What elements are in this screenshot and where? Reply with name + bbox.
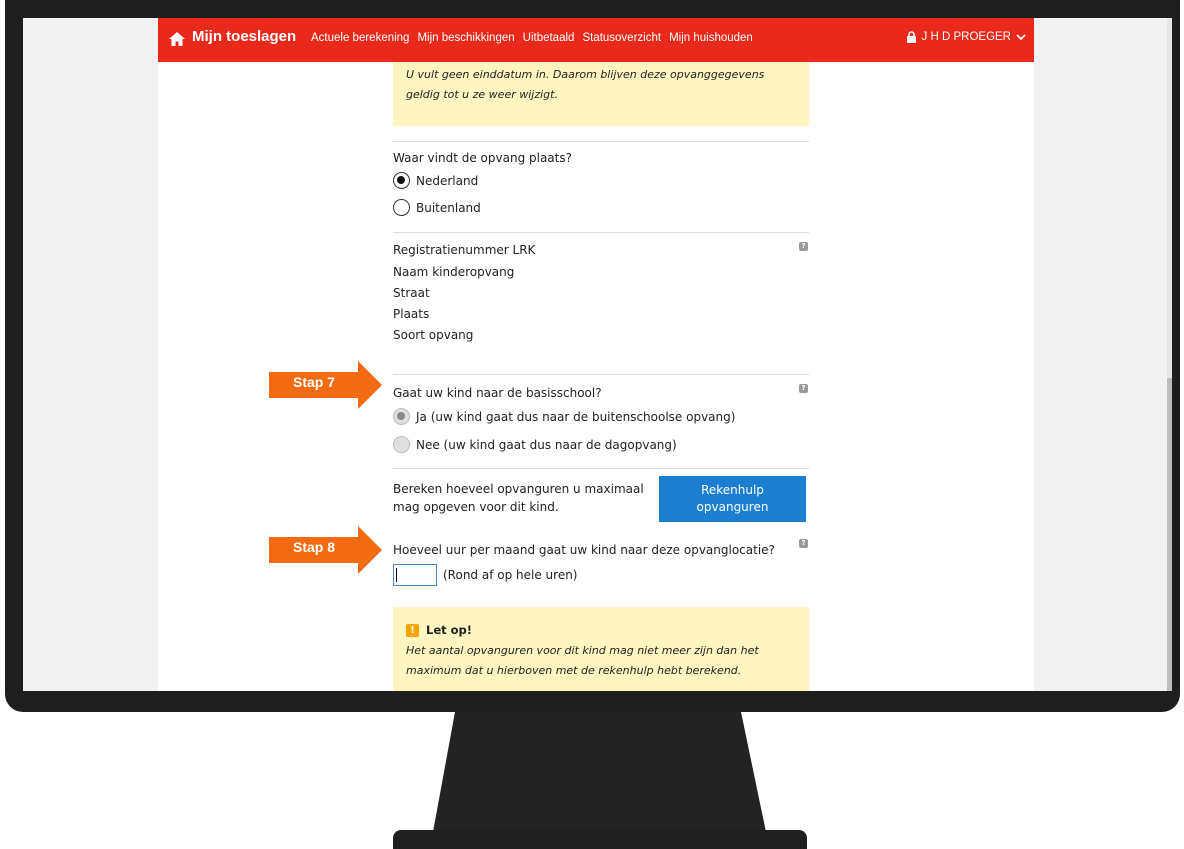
screen: Mijn toeslagen Actuele berekening Mijn b… (23, 18, 1172, 691)
hours-hint: (Rond af op hele uren) (443, 568, 578, 582)
help-icon[interactable]: ? (799, 242, 808, 251)
nav-link-uitbetaald[interactable]: Uitbetaald (523, 32, 575, 44)
step-7-label: Stap 7 (292, 374, 335, 390)
step-8-callout: Stap 8 (269, 526, 394, 574)
divider (393, 232, 809, 233)
user-menu[interactable]: J H D PROEGER (906, 31, 1026, 43)
radio-buitenland[interactable] (393, 199, 410, 216)
exclamation-icon: ! (406, 624, 419, 637)
chevron-down-icon (1016, 34, 1026, 41)
rekenhulp-button[interactable]: Rekenhulp opvanguren (659, 476, 806, 522)
step-8-label: Stap 8 (292, 539, 335, 555)
rekenhulp-button-label: Rekenhulp opvanguren (696, 483, 769, 514)
radio-nederland[interactable] (393, 172, 410, 189)
divider (393, 141, 809, 142)
info-notice: U vult geen einddatum in. Daarom blijven… (393, 62, 809, 126)
radio-nederland-label[interactable]: Nederland (416, 174, 478, 188)
location-question: Waar vindt de opvang plaats? (393, 151, 572, 165)
brand-title[interactable]: Mijn toeslagen (192, 28, 296, 45)
divider (393, 374, 809, 375)
scrollbar[interactable] (1167, 18, 1172, 691)
nav-link-statusoverzicht[interactable]: Statusoverzicht (582, 32, 661, 44)
top-navigation: Mijn toeslagen Actuele berekening Mijn b… (158, 18, 1034, 62)
lock-icon (906, 31, 916, 43)
warning-title: Let op! (426, 623, 473, 637)
hours-input[interactable] (393, 564, 437, 586)
radio-buitenland-label[interactable]: Buitenland (416, 201, 481, 215)
scrollbar-thumb[interactable] (1167, 378, 1172, 691)
home-icon[interactable] (168, 30, 186, 48)
hours-question: Hoeveel uur per maand gaat uw kind naar … (393, 543, 775, 557)
nav-link-mijn-huishouden[interactable]: Mijn huishouden (669, 32, 753, 44)
help-icon[interactable]: ? (799, 539, 808, 548)
warning-text: Het aantal opvanguren voor dit kind mag … (406, 644, 759, 677)
calc-text: Bereken hoeveel opvanguren u maximaal ma… (393, 482, 644, 514)
nav-link-actuele-berekening[interactable]: Actuele berekening (311, 32, 409, 44)
monitor-base (393, 830, 807, 849)
radio-ja[interactable] (393, 408, 410, 425)
user-name: J H D PROEGER (921, 31, 1011, 43)
info-notice-text: U vult geen einddatum in. Daarom blijven… (406, 68, 765, 101)
radio-nee-label[interactable]: Nee (uw kind gaat dus naar de dagopvang) (416, 438, 677, 452)
detail-lrk: Registratienummer LRK (393, 243, 536, 257)
detail-plaats: Plaats (393, 307, 430, 321)
detail-straat: Straat (393, 286, 430, 300)
detail-naam: Naam kinderopvang (393, 265, 515, 279)
detail-soort: Soort opvang (393, 328, 474, 342)
nav-link-mijn-beschikkingen[interactable]: Mijn beschikkingen (417, 32, 514, 44)
monitor-frame: Mijn toeslagen Actuele berekening Mijn b… (5, 0, 1180, 712)
warning-notice: ! Let op! Het aantal opvanguren voor dit… (393, 607, 809, 691)
nav-links: Actuele berekening Mijn beschikkingen Ui… (311, 32, 753, 44)
step-7-callout: Stap 7 (269, 361, 394, 409)
radio-ja-label[interactable]: Ja (uw kind gaat dus naar de buitenschoo… (416, 410, 735, 424)
help-icon[interactable]: ? (799, 384, 808, 393)
divider (393, 468, 809, 469)
school-question: Gaat uw kind naar de basisschool? (393, 386, 602, 400)
radio-nee[interactable] (393, 436, 410, 453)
